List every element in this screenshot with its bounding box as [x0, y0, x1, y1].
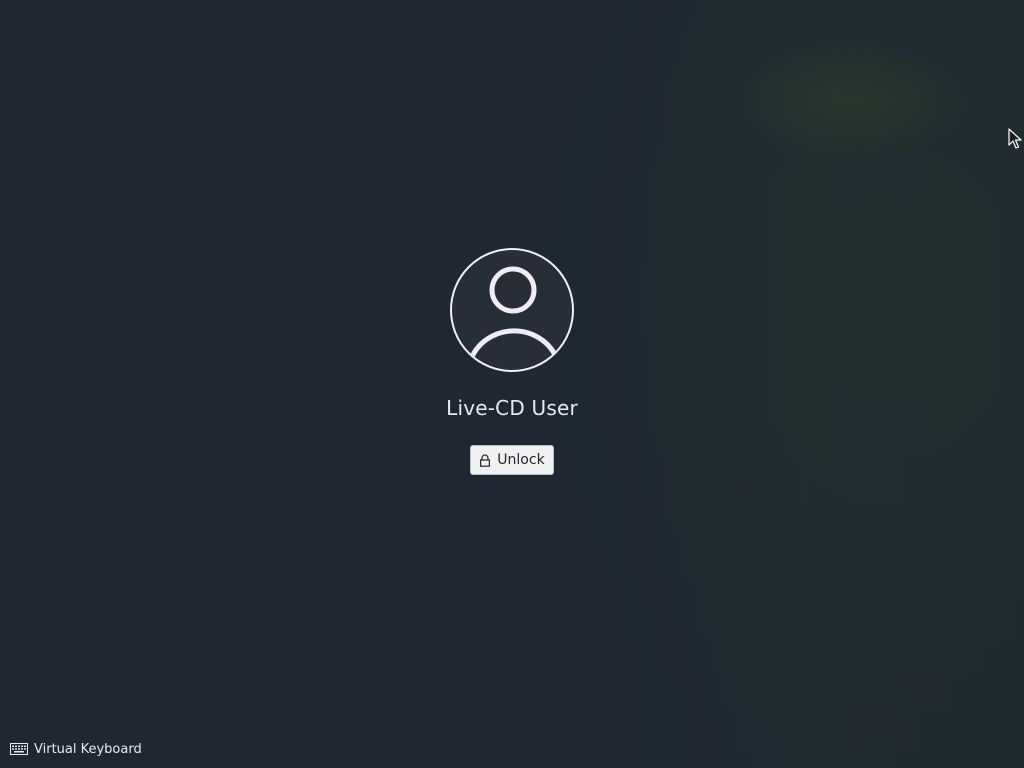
unlock-button[interactable]: Unlock [470, 445, 554, 475]
virtual-keyboard-label: Virtual Keyboard [34, 741, 142, 757]
lock-icon [479, 453, 491, 467]
virtual-keyboard-button[interactable]: Virtual Keyboard [10, 739, 142, 759]
user-avatar-icon [450, 248, 574, 372]
lock-screen-panel: Live-CD User Unlock [0, 248, 1024, 475]
user-name: Live-CD User [446, 396, 578, 420]
mouse-pointer-icon [1008, 128, 1022, 150]
keyboard-icon [10, 743, 28, 755]
unlock-button-label: Unlock [497, 452, 545, 468]
